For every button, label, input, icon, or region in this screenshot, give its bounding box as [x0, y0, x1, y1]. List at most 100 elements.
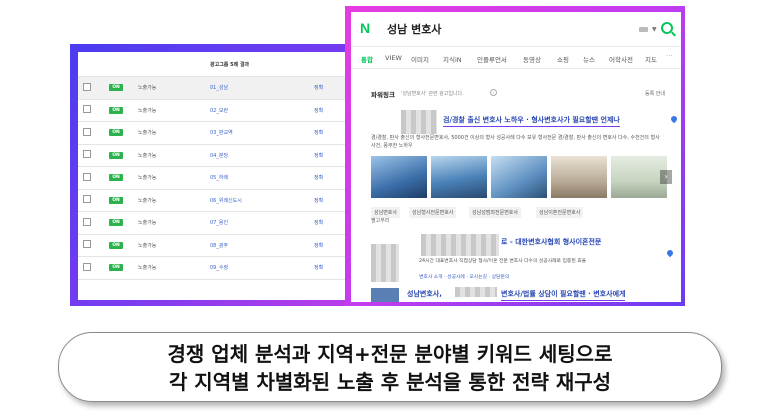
ad3-title-prefix[interactable]: 성남변호사, — [407, 289, 442, 300]
table-row[interactable]: ON 노출가능 06_위례신도시 정확 — [78, 189, 378, 212]
more-tabs-icon[interactable]: ··· — [666, 52, 673, 60]
exposure-status: 노출가능 — [136, 211, 206, 235]
office-photo[interactable] — [551, 156, 607, 198]
tab-shopping[interactable]: 쇼핑 — [557, 54, 569, 64]
table-row[interactable]: ON 노출가능 04_분당 정확 — [78, 144, 378, 167]
status-toggle[interactable]: ON — [109, 129, 123, 137]
tab-influencer[interactable]: 인플루언서 — [477, 54, 507, 64]
match-type-link[interactable]: 정확 — [314, 108, 323, 114]
row-checkbox[interactable] — [83, 150, 91, 159]
search-icon[interactable] — [661, 22, 673, 34]
naver-logo[interactable]: N — [360, 21, 374, 35]
status-toggle[interactable]: ON — [109, 219, 123, 227]
tab-map[interactable]: 지도 — [645, 54, 657, 64]
ad-group-table: 광고그룹 5례 결과 ON 노출가능 01_성남 정확 ON 노출가능 02_모란 정확 ON 노… — [78, 52, 378, 280]
ad3-thumbnail — [371, 288, 399, 302]
table-row[interactable]: ON 노출가능 07_용인 정확 — [78, 211, 378, 235]
row-checkbox[interactable] — [83, 127, 91, 136]
match-type-link[interactable]: 정확 — [314, 243, 323, 249]
ad1-photo-strip — [371, 156, 667, 198]
ad2-title-link[interactable]: 로 - 대한변호사협회 형사이혼전문 — [501, 237, 601, 248]
tab-dictionary[interactable]: 어학사전 — [609, 54, 633, 64]
caption-line-1: 경쟁 업체 분석과 지역+전문 분야별 키워드 세팅으로 — [167, 342, 613, 366]
exposure-status: 노출가능 — [136, 256, 206, 280]
match-type-link[interactable]: 정확 — [314, 175, 323, 181]
ad-group-link[interactable]: 04_분당 — [210, 153, 228, 159]
ad2-description: 24시간 대표변호사 직접상담 형사/이혼 전문 변호사 다수의 성공사례로 입… — [419, 259, 587, 264]
tab-news[interactable]: 뉴스 — [583, 54, 595, 64]
chevron-right-icon[interactable]: › — [660, 170, 672, 184]
ad-register-link[interactable]: 등록 안내 — [645, 90, 665, 97]
table-row[interactable]: ON 노출가능 09_수정 정확 — [78, 256, 378, 280]
tab-video[interactable]: 동영상 — [523, 54, 541, 64]
row-checkbox[interactable] — [83, 240, 91, 249]
exposure-status: 노출가능 — [136, 76, 206, 100]
exposure-status: 노출가능 — [136, 121, 206, 145]
match-type-link[interactable]: 정확 — [314, 130, 323, 136]
tab-image[interactable]: 이미지 — [411, 54, 429, 64]
exposure-status: 노출가능 — [136, 144, 206, 167]
match-type-link[interactable]: 정확 — [314, 85, 323, 91]
status-toggle[interactable]: ON — [109, 151, 123, 159]
status-toggle[interactable]: ON — [109, 84, 123, 92]
powerlink-title: 파워링크 — [371, 91, 395, 99]
ad2-sitelinks[interactable]: 변호사 소개 · 성공사례 · 오시는길 · 상담문의 — [419, 273, 509, 280]
building-photo[interactable] — [431, 156, 487, 198]
caption-line-2: 각 지역별 차별화된 노출 후 분석을 통한 전략 재구성 — [168, 370, 612, 394]
ad-group-link[interactable]: 02_모란 — [210, 108, 228, 114]
row-checkbox[interactable] — [83, 172, 91, 181]
ad-group-link[interactable]: 06_위례신도시 — [210, 198, 242, 204]
tab-view[interactable]: VIEW — [385, 54, 402, 62]
match-type-link[interactable]: 정확 — [314, 265, 323, 271]
ad-group-link[interactable]: 03_판교역 — [210, 130, 233, 136]
ad-group-link[interactable]: 07_용인 — [210, 220, 228, 226]
ad-group-link[interactable]: 01_성남 — [210, 85, 228, 91]
status-toggle[interactable]: ON — [109, 241, 123, 249]
keyword-chip[interactable]: 성남형사전문변호사 — [409, 207, 457, 218]
keyword-chip[interactable]: 성남성범죄전문변호사 — [469, 207, 522, 218]
table-row[interactable]: ON 노출가능 08_광주 정확 — [78, 234, 378, 257]
match-type-link[interactable]: 정확 — [314, 220, 323, 226]
ad3-title-link[interactable]: 변호사/법률 상담이 필요할땐 · 변호사에게 — [501, 289, 626, 301]
row-checkbox[interactable] — [83, 217, 91, 226]
match-type-link[interactable]: 정확 — [314, 153, 323, 159]
row-checkbox[interactable] — [83, 195, 91, 204]
blurred-advertiser — [421, 234, 499, 256]
keyword-table-panel: 광고그룹 5례 결과 ON 노출가능 01_성남 정확 ON 노출가능 02_모란 정확 ON 노… — [78, 52, 378, 300]
powerlink-subtitle: '성남변호사' 관련 광고입니다. — [401, 91, 464, 97]
ad-group-link[interactable]: 05_하례 — [210, 175, 228, 181]
collapse-link[interactable]: 펼고무리 — [371, 217, 389, 224]
match-type-link[interactable]: 정확 — [314, 198, 323, 204]
table-row[interactable]: ON 노출가능 03_판교역 정확 — [78, 121, 378, 145]
info-icon[interactable]: i — [490, 89, 497, 96]
location-pin-icon[interactable] — [669, 114, 679, 124]
table-row[interactable]: ON 노출가능 02_모란 정확 — [78, 99, 378, 122]
tab-kin[interactable]: 지식iN — [443, 54, 462, 64]
ad-group-link[interactable]: 08_광주 — [210, 243, 228, 249]
status-toggle[interactable]: ON — [109, 174, 123, 182]
row-checkbox[interactable] — [83, 105, 91, 114]
status-toggle[interactable]: ON — [109, 106, 123, 114]
status-toggle[interactable]: ON — [109, 196, 123, 204]
exposure-status: 노출가능 — [136, 189, 206, 212]
keyboard-icon[interactable] — [639, 27, 648, 32]
keyword-chip[interactable]: 성남이혼전문변호사 — [536, 207, 584, 218]
table-row[interactable]: ON 노출가능 01_성남 정확 — [78, 76, 378, 100]
blurred-advertiser — [401, 110, 437, 134]
location-pin-icon[interactable] — [665, 248, 675, 258]
exposure-status: 노출가능 — [136, 166, 206, 190]
table-body: ON 노출가능 01_성남 정확 ON 노출가능 02_모란 정확 ON 노출가능 03_판교역 정확… — [78, 76, 378, 280]
row-checkbox[interactable] — [83, 262, 91, 271]
status-toggle[interactable]: ON — [109, 264, 123, 272]
tab-integrated[interactable]: 통합 — [361, 54, 373, 64]
table-row[interactable]: ON 노출가능 05_하례 정확 — [78, 166, 378, 190]
building-photo[interactable] — [371, 156, 427, 198]
search-query-input[interactable]: 성남 변호사 — [387, 21, 441, 37]
ad1-title-link[interactable]: 검/경찰 출신 변호사 노하우 · 형사변호사가 필요할땐 언제나 — [443, 115, 620, 127]
row-checkbox[interactable] — [83, 82, 91, 91]
caret-down-icon[interactable]: ▼ — [652, 26, 657, 33]
search-bar: N 성남 변호사 ▼ — [351, 12, 681, 47]
ad-group-link[interactable]: 09_수정 — [210, 265, 228, 271]
building-photo[interactable] — [491, 156, 547, 198]
office-photo[interactable] — [611, 156, 667, 198]
